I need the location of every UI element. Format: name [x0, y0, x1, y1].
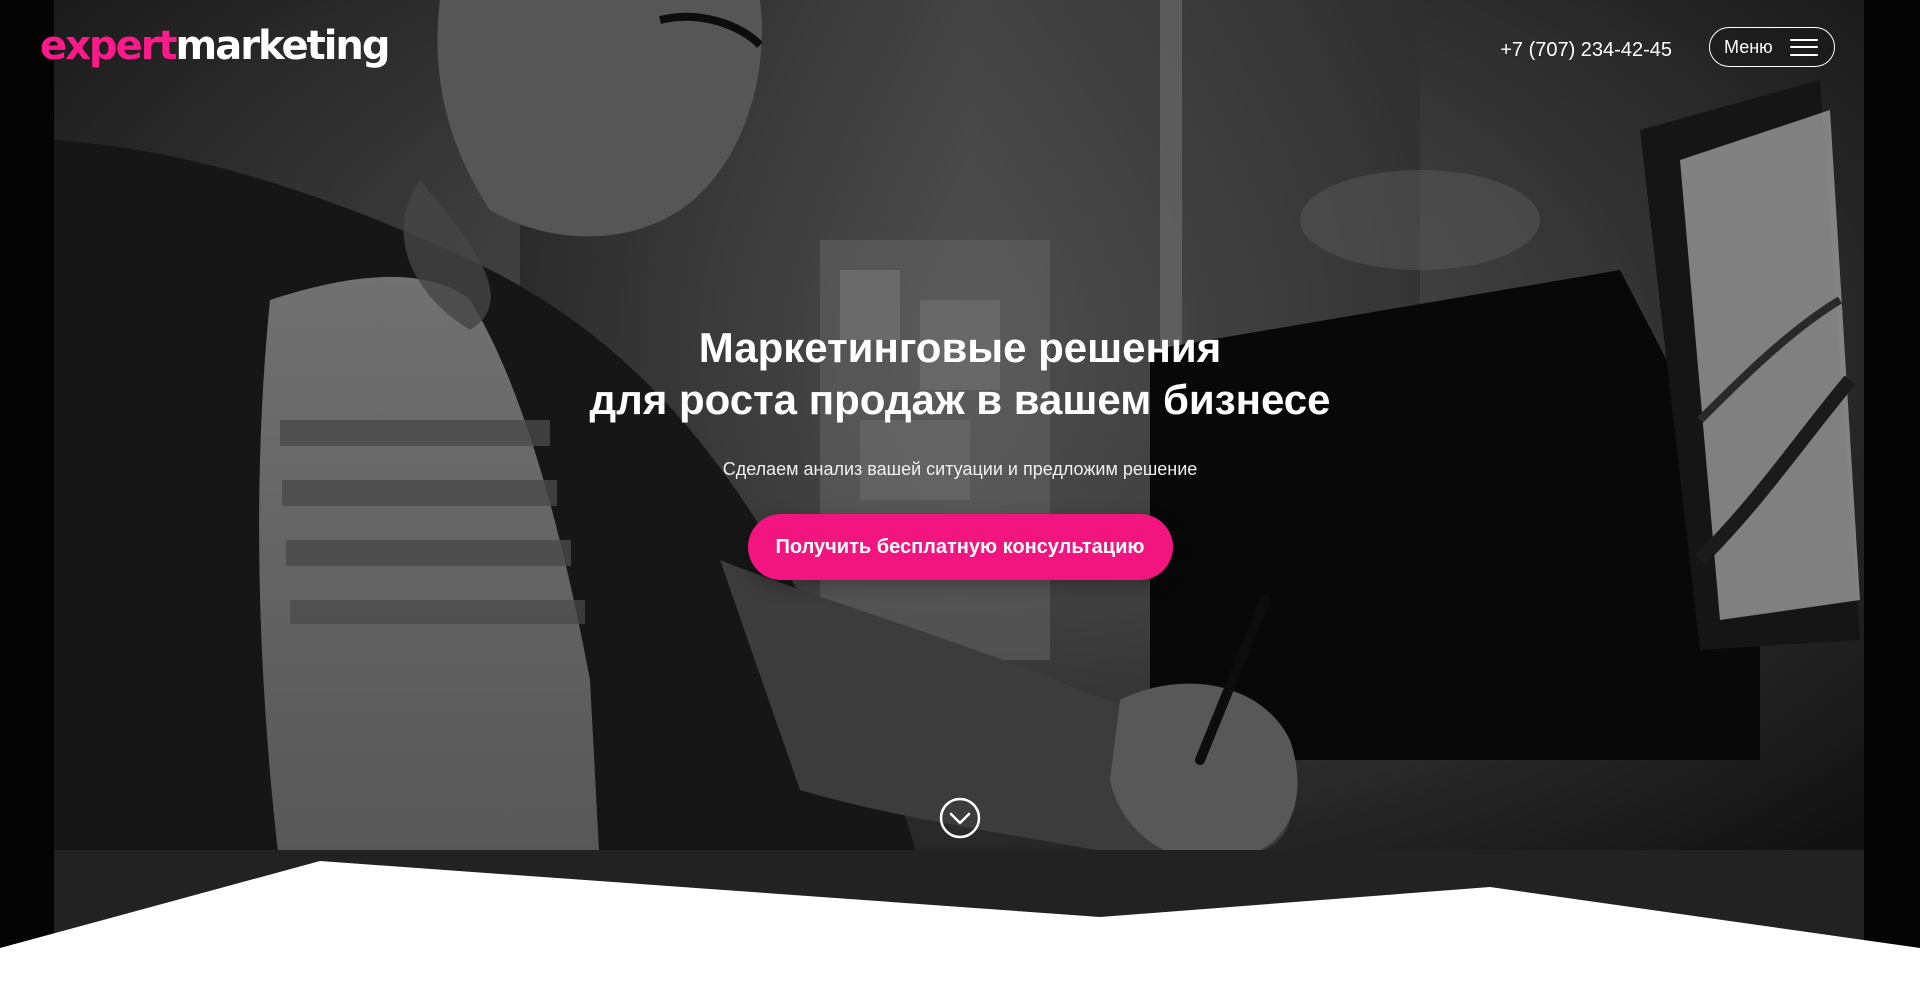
menu-button-label: Меню — [1724, 36, 1773, 57]
site-logo[interactable]: expertmarketing — [40, 22, 391, 70]
hamburger-icon — [1790, 38, 1818, 56]
hero-title: Маркетинговые решения для роста продаж в… — [0, 322, 1920, 426]
hero-section: expertmarketing +7 (707) 234-42-45 Меню … — [0, 0, 1920, 1000]
menu-button[interactable]: Меню — [1709, 27, 1835, 67]
hero-title-line2: для роста продаж в вашем бизнесе — [589, 376, 1331, 423]
logo-text-expert: expert — [40, 23, 178, 69]
free-consultation-button[interactable]: Получить бесплатную консультацию — [747, 514, 1173, 580]
chevron-down-circle-icon[interactable] — [939, 797, 981, 839]
hero-title-line1: Маркетинговые решения — [698, 324, 1222, 371]
hero-content: Маркетинговые решения для роста продаж в… — [0, 322, 1920, 580]
header-phone-link[interactable]: +7 (707) 234-42-45 — [1500, 36, 1672, 64]
logo-text-marketing: marketing — [175, 23, 391, 69]
hero-subtitle: Сделаем анализ вашей ситуации и предложи… — [722, 459, 1198, 479]
